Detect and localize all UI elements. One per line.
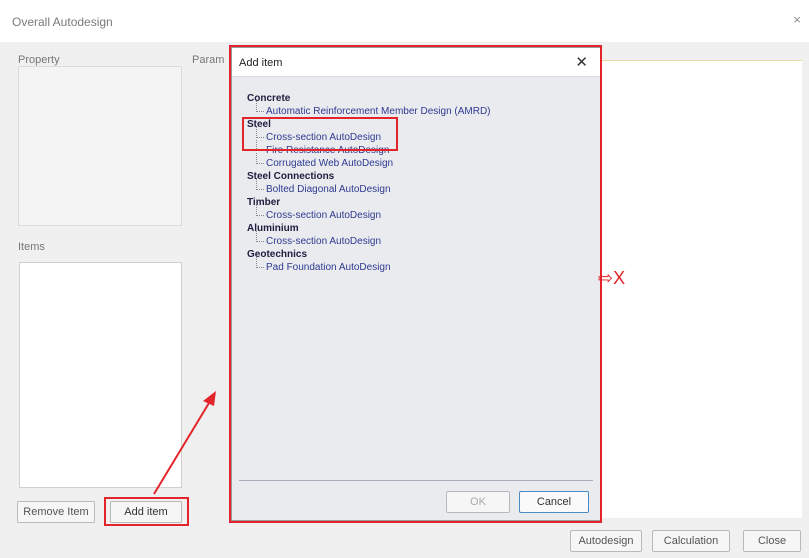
x-mark-annotation: ⇨X (598, 268, 626, 288)
annotation-arrow (153, 391, 216, 495)
